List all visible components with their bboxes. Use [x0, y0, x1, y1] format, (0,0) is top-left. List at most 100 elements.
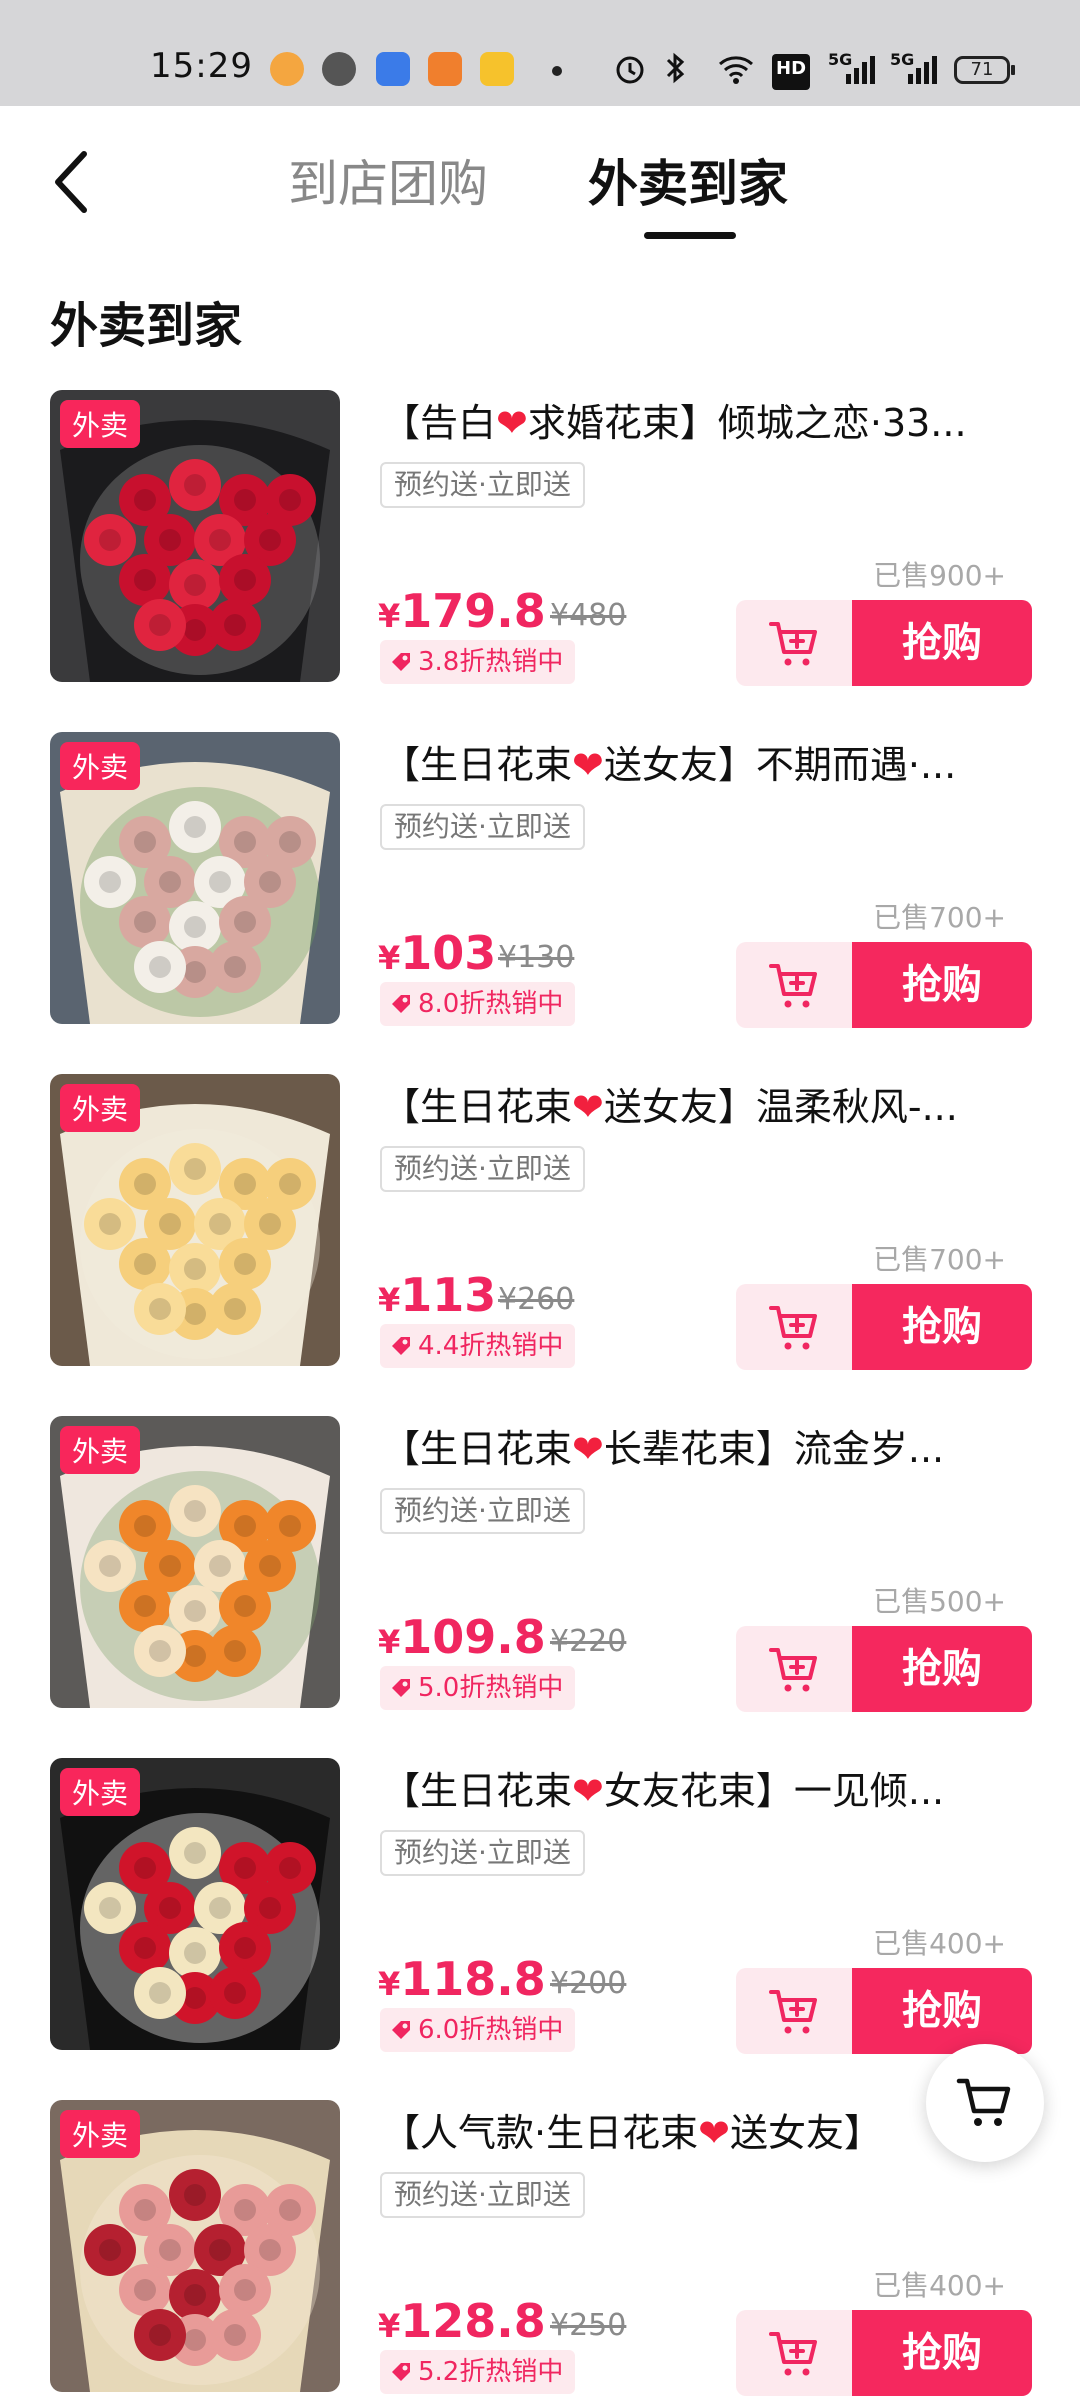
product-title[interactable]: 【生日花束❤女友花束】一见倾...: [382, 1760, 1022, 1815]
signal-icon: [908, 56, 937, 84]
delivery-badge: 外卖: [60, 1768, 141, 1816]
buy-now-button[interactable]: 抢购: [852, 942, 1032, 1028]
buy-now-button[interactable]: 抢购: [852, 1626, 1032, 1712]
sold-count: 已售900+: [873, 559, 1006, 592]
discount-tag: 3.8折热销中: [380, 640, 576, 684]
heart-icon: ❤: [572, 1427, 604, 1471]
heart-icon: ❤: [572, 1085, 604, 1129]
product-title[interactable]: 【生日花束❤长辈花束】流金岁...: [382, 1418, 1022, 1473]
current-price: ¥103: [378, 926, 496, 980]
add-to-cart-icon: [769, 2332, 817, 2376]
tab-group-buy[interactable]: 到店团购: [288, 144, 488, 216]
discount-tag: 4.4折热销中: [380, 1324, 576, 1368]
buy-now-button[interactable]: 抢购: [852, 600, 1032, 686]
title-suffix: 女友花束】一见倾...: [603, 1769, 945, 1813]
original-price: ¥200: [550, 1966, 627, 2001]
currency-symbol: ¥: [378, 939, 401, 977]
sold-count: 已售500+: [873, 1585, 1006, 1618]
add-to-cart-button[interactable]: [736, 942, 854, 1028]
currency-symbol: ¥: [378, 597, 401, 635]
status-time: 15:29: [150, 46, 253, 86]
product-title[interactable]: 【告白❤求婚花束】倾城之恋·33...: [382, 392, 1022, 447]
discount-text: 8.0折热销中: [418, 989, 564, 1019]
original-price: ¥250: [550, 2308, 627, 2343]
discount-text: 3.8折热销中: [418, 647, 564, 677]
currency-symbol: ¥: [378, 1623, 401, 1661]
title-suffix: 长辈花束】流金岁...: [603, 1427, 945, 1471]
product-title[interactable]: 【生日花束❤送女友】温柔秋风-...: [382, 1076, 1022, 1131]
buy-now-button[interactable]: 抢购: [852, 1968, 1032, 2054]
tab-delivery[interactable]: 外卖到家: [588, 144, 788, 216]
currency-symbol: ¥: [378, 1965, 401, 2003]
more-notifications-dot: [552, 66, 562, 76]
discount-tag: 5.0折热销中: [380, 1666, 576, 1710]
active-tab-indicator: [644, 232, 736, 239]
heart-icon: ❤: [572, 743, 604, 787]
delivery-badge: 外卖: [60, 1084, 141, 1132]
add-to-cart-button[interactable]: [736, 2310, 854, 2396]
product-image[interactable]: 外卖: [50, 1758, 340, 2050]
delivery-badge: 外卖: [60, 400, 141, 448]
price-value: 179.8: [400, 584, 546, 638]
current-price: ¥118.8: [378, 1952, 546, 2006]
title-prefix: 【生日花束: [382, 1427, 573, 1471]
app-notification-icon: [270, 52, 304, 86]
discount-text: 6.0折热销中: [418, 2015, 564, 2045]
product-card[interactable]: 外卖 【生日花束❤送女友】温柔秋风-... 预约送·立即送 已售700+ ¥11…: [0, 1074, 1080, 1416]
add-to-cart-button[interactable]: [736, 1284, 854, 1370]
discount-tag: 6.0折热销中: [380, 2008, 576, 2052]
current-price: ¥109.8: [378, 1610, 546, 1664]
discount-tag: 8.0折热销中: [380, 982, 576, 1026]
price-value: 118.8: [400, 1952, 546, 2006]
top-nav: 到店团购 外卖到家: [0, 106, 1080, 246]
current-price: ¥179.8: [378, 584, 546, 638]
product-image[interactable]: 外卖: [50, 1074, 340, 1366]
product-card[interactable]: 外卖 【告白❤求婚花束】倾城之恋·33... 预约送·立即送 已售900+ ¥1…: [0, 390, 1080, 732]
buy-now-button[interactable]: 抢购: [852, 1284, 1032, 1370]
sold-count: 已售400+: [873, 2269, 1006, 2302]
wechat-icon: [322, 52, 356, 86]
product-image[interactable]: 外卖: [50, 732, 340, 1024]
shopping-cart-icon: [956, 2078, 1011, 2126]
discount-text: 5.0折热销中: [418, 1673, 564, 1703]
product-image[interactable]: 外卖: [50, 2100, 340, 2392]
delivery-option-tag: 预约送·立即送: [380, 804, 585, 850]
price-value: 103: [400, 926, 497, 980]
product-image[interactable]: 外卖: [50, 390, 340, 682]
signal-icon: [846, 56, 875, 84]
add-to-cart-icon: [769, 1648, 817, 1692]
section-title: 外卖到家: [50, 298, 243, 354]
product-image[interactable]: 外卖: [50, 1416, 340, 1708]
back-arrow-icon[interactable]: [44, 146, 100, 218]
product-card[interactable]: 外卖 【人气款·生日花束❤送女友】 预约送·立即送 已售400+ ¥128.8 …: [0, 2100, 1080, 2400]
sold-count: 已售700+: [873, 901, 1006, 934]
title-suffix: 送女友】温柔秋风-...: [603, 1085, 958, 1129]
price-value: 109.8: [400, 1610, 546, 1664]
add-to-cart-button[interactable]: [736, 600, 854, 686]
delivery-badge: 外卖: [60, 2110, 141, 2158]
product-card[interactable]: 外卖 【生日花束❤女友花束】一见倾... 预约送·立即送 已售400+ ¥118…: [0, 1758, 1080, 2100]
add-to-cart-icon: [769, 964, 817, 1008]
title-suffix: 求婚花束】倾城之恋·33...: [527, 401, 967, 445]
discount-tag: 5.2折热销中: [380, 2350, 576, 2394]
product-card[interactable]: 外卖 【生日花束❤送女友】不期而遇·... 预约送·立即送 已售700+ ¥10…: [0, 732, 1080, 1074]
delivery-badge: 外卖: [60, 1426, 141, 1474]
add-to-cart-button[interactable]: [736, 1968, 854, 2054]
bluetooth-icon: [666, 52, 685, 84]
original-price: ¥220: [550, 1624, 627, 1659]
floating-cart-button[interactable]: [926, 2044, 1044, 2162]
current-price: ¥113: [378, 1268, 496, 1322]
title-suffix: 送女友】: [729, 2111, 882, 2155]
add-to-cart-button[interactable]: [736, 1626, 854, 1712]
original-price: ¥260: [498, 1282, 575, 1317]
heart-icon: ❤: [698, 2111, 730, 2155]
price-tag-icon: [392, 653, 410, 671]
product-card[interactable]: 外卖 【生日花束❤长辈花束】流金岁... 预约送·立即送 已售500+ ¥109…: [0, 1416, 1080, 1758]
buy-now-button[interactable]: 抢购: [852, 2310, 1032, 2396]
currency-symbol: ¥: [378, 2307, 401, 2345]
currency-symbol: ¥: [378, 1281, 401, 1319]
original-price: ¥130: [498, 940, 575, 975]
title-suffix: 送女友】不期而遇·...: [603, 743, 957, 787]
product-title[interactable]: 【生日花束❤送女友】不期而遇·...: [382, 734, 1022, 789]
discount-text: 4.4折热销中: [418, 1331, 564, 1361]
